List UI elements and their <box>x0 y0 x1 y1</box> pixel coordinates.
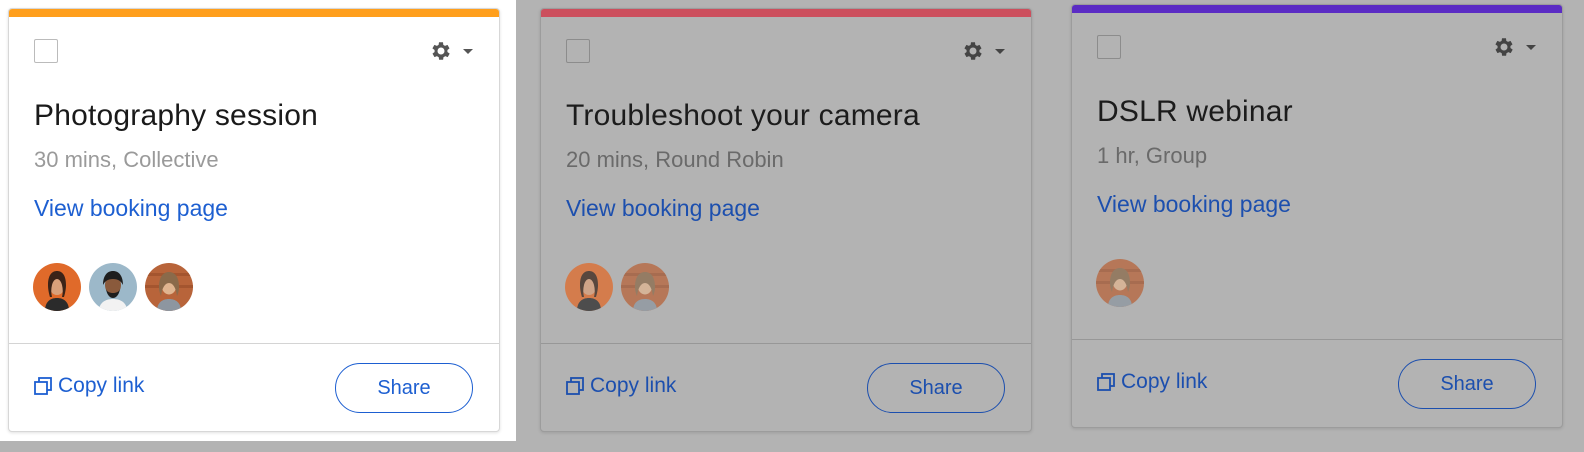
copy-link-button[interactable]: Copy link <box>566 374 676 398</box>
event-meta: 1 hr, Group <box>1097 143 1208 168</box>
card-select-checkbox[interactable] <box>1097 35 1121 59</box>
copy-link-button[interactable]: Copy link <box>1097 370 1207 394</box>
view-booking-page-link[interactable]: View booking page <box>34 195 228 222</box>
avatar <box>1096 259 1144 307</box>
settings-menu-button[interactable] <box>961 38 1005 64</box>
card-color-stripe <box>1072 5 1562 13</box>
host-avatars <box>33 263 193 311</box>
share-button[interactable]: Share <box>1398 359 1536 409</box>
avatar <box>89 263 137 311</box>
event-card[interactable]: DSLR webinar 1 hr, Group View booking pa… <box>1071 4 1563 428</box>
copy-link-label: Copy link <box>58 374 145 397</box>
settings-menu-button[interactable] <box>1492 34 1536 60</box>
view-booking-page-link[interactable]: View booking page <box>1097 191 1291 218</box>
event-meta: 30 mins, Collective <box>34 147 219 172</box>
copy-link-label: Copy link <box>1121 370 1208 393</box>
copy-icon <box>34 377 52 395</box>
event-title: Troubleshoot your camera <box>566 99 920 132</box>
event-title: DSLR webinar <box>1097 95 1293 128</box>
settings-menu-button[interactable] <box>429 38 473 64</box>
chevron-down-icon <box>1526 45 1536 50</box>
gear-icon <box>1495 38 1513 56</box>
avatar <box>565 263 613 311</box>
card-select-checkbox[interactable] <box>34 39 58 63</box>
host-avatars <box>1096 259 1144 307</box>
copy-icon <box>566 377 584 395</box>
avatar <box>621 263 669 311</box>
gear-icon <box>964 42 982 60</box>
view-booking-page-link[interactable]: View booking page <box>566 195 760 222</box>
host-avatars <box>565 263 669 311</box>
avatar <box>33 263 81 311</box>
event-card[interactable]: Troubleshoot your camera 20 mins, Round … <box>540 8 1032 432</box>
event-title: Photography session <box>34 99 318 132</box>
chevron-down-icon <box>995 49 1005 54</box>
card-color-stripe <box>541 9 1031 17</box>
copy-link-button[interactable]: Copy link <box>34 374 144 398</box>
card-select-checkbox[interactable] <box>566 39 590 63</box>
event-meta: 20 mins, Round Robin <box>566 147 784 172</box>
avatar <box>145 263 193 311</box>
gear-icon <box>432 42 450 60</box>
event-card[interactable]: Photography session 30 mins, Collective … <box>8 8 500 432</box>
copy-link-label: Copy link <box>590 374 677 397</box>
copy-icon <box>1097 373 1115 391</box>
share-button[interactable]: Share <box>867 363 1005 413</box>
chevron-down-icon <box>463 49 473 54</box>
card-divider <box>9 343 499 344</box>
share-button[interactable]: Share <box>335 363 473 413</box>
card-color-stripe <box>9 9 499 17</box>
card-divider <box>1072 339 1562 340</box>
card-divider <box>541 343 1031 344</box>
